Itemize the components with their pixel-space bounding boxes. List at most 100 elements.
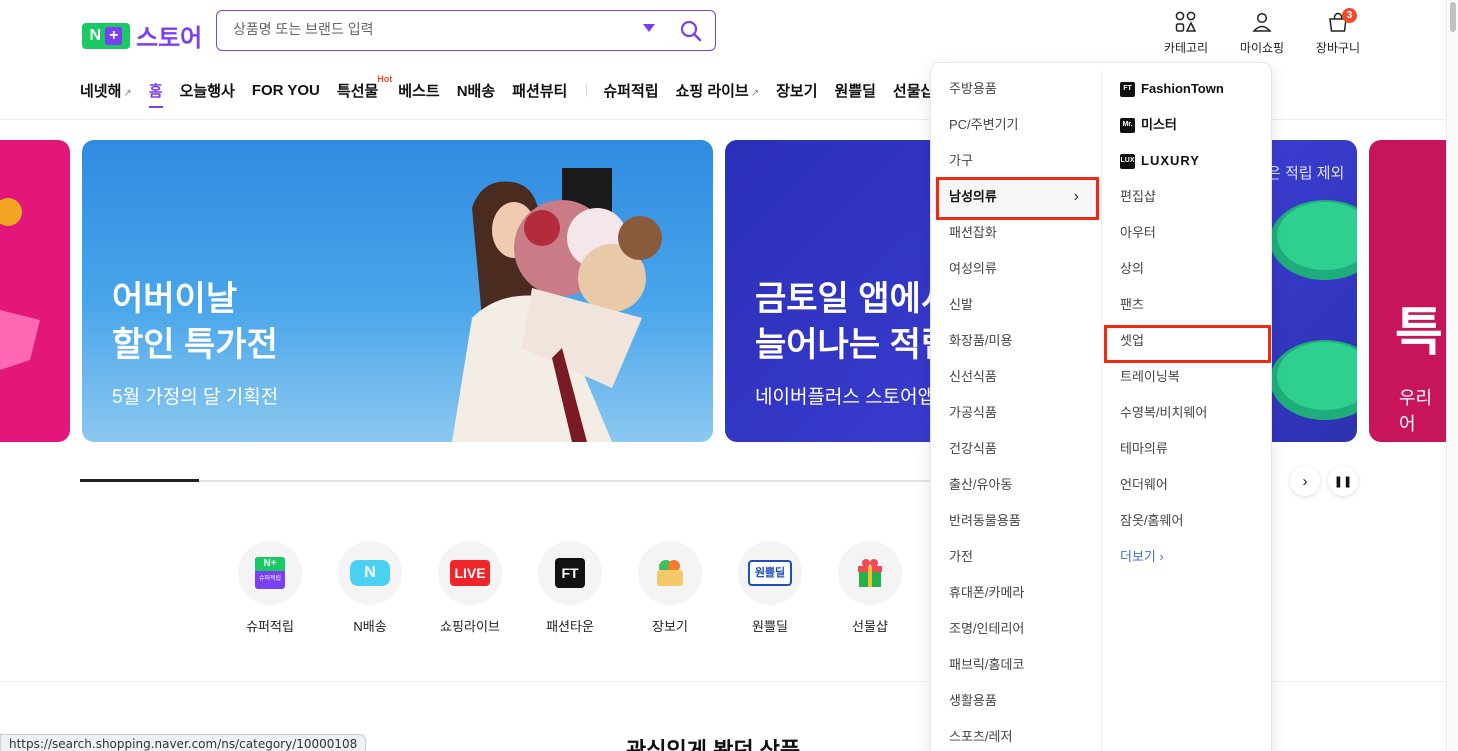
cart-count-badge: 3 (1342, 8, 1357, 23)
banner-subtitle: 네이버플러스 스토어앱 (755, 387, 936, 408)
nav-item-today-deals[interactable]: 오늘행사 (180, 80, 235, 101)
category-label: 카테고리 (1163, 41, 1209, 55)
nav-item-gift-shop[interactable]: 선물샵 (893, 80, 934, 101)
category-item[interactable]: 휴대폰/카메라 (931, 575, 1101, 611)
category-item[interactable]: 가전 (931, 539, 1101, 575)
banner-subtitle: 5월 가정의 달 기획전 (112, 387, 279, 408)
one-plus-deal-icon: 원쁠딜 (748, 560, 792, 586)
brand-label: 미스터 (1141, 117, 1177, 132)
category-item[interactable]: 패브릭/홈데코 (931, 647, 1101, 683)
banner-title-line: 어버이날 (112, 280, 238, 318)
quick-gift-shop[interactable]: 선물샵 (837, 541, 903, 635)
quick-shopping-live[interactable]: LIVE 쇼핑라이브 (437, 541, 503, 635)
nav-item-super-points[interactable]: 슈퍼적립 (603, 80, 658, 101)
carousel-progress-fill (80, 479, 199, 482)
nav-item-n-delivery[interactable]: N배송 (457, 80, 495, 101)
page-scrollbar[interactable] (1446, 0, 1458, 751)
subcategory-item[interactable]: 잠옷/홈웨어 (1102, 503, 1273, 539)
brand-luxury[interactable]: LUX LUXURY (1102, 143, 1273, 179)
category-item[interactable]: 반려동물용품 (931, 503, 1101, 539)
brand-fashion-town[interactable]: FT FashionTown (1102, 71, 1273, 107)
user-icon (1252, 12, 1272, 32)
grocery-icon (657, 560, 683, 586)
carousel-pause-button[interactable]: ❚❚ (1328, 466, 1358, 496)
category-item[interactable]: 신선식품 (931, 359, 1101, 395)
nav-item-one-plus-deal[interactable]: 원쁠딜 (835, 80, 876, 101)
super-points-tag: 슈퍼적립 (258, 576, 282, 582)
category-item[interactable]: 가공식품 (931, 395, 1101, 431)
category-item[interactable]: 신발 (931, 287, 1101, 323)
nav-item-fashion-beauty[interactable]: 패션뷰티 (512, 80, 567, 101)
nav-label: 특선물 (336, 82, 379, 100)
quick-label: 장보기 (652, 619, 688, 634)
brand-mister[interactable]: Mr. 미스터 (1102, 107, 1273, 143)
category-item[interactable]: 패션잡화 (931, 215, 1101, 251)
quick-label: 원쁠딜 (752, 619, 788, 634)
category-item[interactable]: 가구 (931, 143, 1101, 179)
banner-title: 어버이날할인 특가전 (112, 276, 278, 368)
n-plus-badge: N + (82, 22, 130, 49)
quick-grocery[interactable]: 장보기 (637, 541, 703, 635)
nav-item-for-you[interactable]: FOR YOU (252, 82, 320, 99)
highlight-box-mens-clothing (936, 177, 1099, 220)
section-title: 관심있게 봤던 상품 (626, 738, 801, 751)
quick-label: 슈퍼적립 (246, 619, 294, 634)
quick-fashion-town[interactable]: FT 패션타운 (537, 541, 603, 635)
woman-with-bouquet-image (452, 168, 662, 442)
hot-badge: Hot (377, 73, 393, 84)
highlight-box-setup (1104, 325, 1271, 363)
subcategory-item[interactable]: 언더웨어 (1102, 467, 1273, 503)
subcategory-item[interactable]: 수영복/비치웨어 (1102, 395, 1273, 431)
category-item[interactable]: 스포츠/레저 (931, 719, 1101, 751)
category-item[interactable]: 생활용품 (931, 683, 1101, 719)
banner-title-line: 할인 특가전 (112, 326, 278, 364)
subcategory-item[interactable]: 상의 (1102, 251, 1273, 287)
quick-super-points[interactable]: 네넷해N+슈퍼적립 슈퍼적립 (237, 541, 303, 635)
my-shopping-button[interactable]: 마이쇼핑 (1227, 8, 1297, 56)
search-icon[interactable] (679, 19, 703, 43)
category-button[interactable]: 카테고리 (1151, 8, 1221, 56)
subcategory-item[interactable]: 아우터 (1102, 215, 1273, 251)
nav-item-home[interactable]: 홈 (148, 80, 163, 108)
subcategory-list: FT FashionTown Mr. 미스터 LUX LUXURY 편집샵 아우터 상… (1101, 71, 1273, 751)
category-dropdown: 주방용품 PC/주변기기 가구 남성의류 › 패션잡화 여성의류 신발 화장품/미… (930, 62, 1272, 751)
n-delivery-icon: N (350, 560, 390, 586)
subcategory-item[interactable]: 테마의류 (1102, 431, 1273, 467)
carousel-next-button[interactable]: › (1290, 466, 1320, 496)
more-link[interactable]: 더보기 › (1102, 539, 1273, 575)
subcategory-item[interactable]: 편집샵 (1102, 179, 1273, 215)
category-item[interactable]: 여성의류 (931, 251, 1101, 287)
quick-label: 패션타운 (546, 619, 594, 634)
scrollbar-thumb[interactable] (1450, 2, 1456, 32)
subcategory-item[interactable]: 트레이닝복 (1102, 359, 1273, 395)
banner-prev-peek[interactable] (0, 140, 70, 442)
category-item[interactable]: 건강식품 (931, 431, 1101, 467)
category-item[interactable]: 출산/유아동 (931, 467, 1101, 503)
cart-button[interactable]: 3 장바구니 (1303, 8, 1373, 56)
quick-one-plus-deal[interactable]: 원쁠딜 원쁠딜 (737, 541, 803, 635)
nav-item-nenet[interactable]: 네넷해 ↗ (80, 80, 132, 101)
browser-status-url: https://search.shopping.naver.com/ns/cat… (0, 734, 367, 751)
search-dropdown-caret-icon[interactable] (643, 24, 655, 32)
store-logo[interactable]: N + 스토어 (82, 18, 202, 53)
quick-label: N배송 (353, 619, 387, 634)
category-item[interactable]: 조명/인테리어 (931, 611, 1101, 647)
nav-item-grocery[interactable]: 장보기 (776, 80, 817, 101)
search-input[interactable] (233, 21, 633, 37)
quick-n-delivery[interactable]: N N배송 (337, 541, 403, 635)
category-item[interactable]: 화장품/미용 (931, 323, 1101, 359)
subcategory-item[interactable]: 팬츠 (1102, 287, 1273, 323)
banner-prev-art (0, 198, 40, 370)
mister-brand-icon: Mr. (1120, 117, 1135, 133)
nav-item-shopping-live[interactable]: 쇼핑 라이브 ↗ (676, 80, 760, 101)
nav-item-special-gift[interactable]: 특선물 Hot (336, 74, 392, 101)
nav-item-best[interactable]: 베스트 (398, 80, 439, 101)
logo-text: 스토어 (136, 25, 203, 52)
external-link-icon: ↗ (750, 87, 760, 99)
nav-label: 쇼핑 라이브 (675, 82, 749, 100)
category-item[interactable]: PC/주변기기 (931, 107, 1101, 143)
category-item[interactable]: 주방용품 (931, 71, 1101, 107)
banner-title: 금토일 앱에서 늘어나는 적립 (755, 276, 952, 368)
banner-parents-day[interactable]: 어버이날할인 특가전 5월 가정의 달 기획전 (82, 140, 713, 442)
banner-next-peek[interactable]: 특 우리 어 (1369, 140, 1447, 442)
